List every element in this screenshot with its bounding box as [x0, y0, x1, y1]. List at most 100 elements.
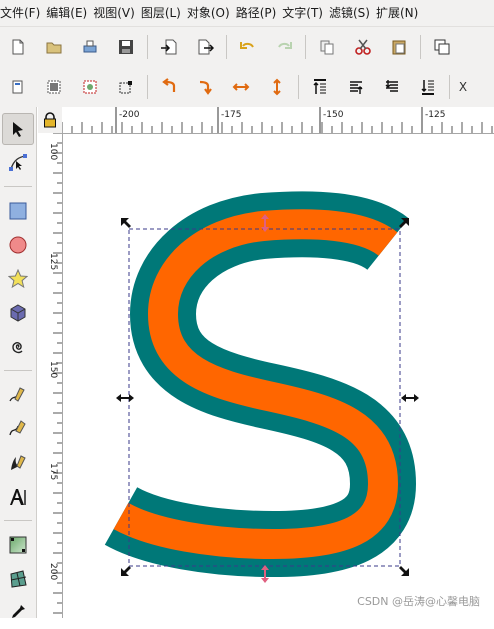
copy-button[interactable]: [309, 30, 345, 64]
lower-button[interactable]: [374, 70, 410, 104]
toolbar-separator: [449, 75, 450, 99]
menu-bar: 文件(F) 编辑(E) 视图(V) 图层(L) 对象(O) 路径(P) 文字(T…: [0, 0, 494, 26]
ellipse-tool[interactable]: [2, 229, 34, 261]
paste-icon: [392, 40, 406, 55]
toolbar-separator: [298, 75, 299, 99]
undo-button[interactable]: [230, 30, 266, 64]
export-button[interactable]: [187, 30, 223, 64]
calligraphy-tool[interactable]: [2, 447, 34, 479]
flip-vertical-button[interactable]: [259, 70, 295, 104]
scale-handle-right[interactable]: [401, 394, 419, 402]
pencil-icon: [9, 387, 25, 402]
ruler-label: -200: [119, 110, 140, 120]
ruler-label: 150: [48, 361, 58, 379]
menu-filters[interactable]: 滤镜(S): [329, 0, 376, 26]
save-button[interactable]: [108, 30, 144, 64]
commands-toolbar: [0, 26, 494, 67]
selector-tool[interactable]: [2, 113, 34, 145]
spiral-tool[interactable]: [2, 331, 34, 363]
watermark-text: CSDN @岳涛@心馨电脑: [357, 595, 480, 608]
redo-icon: [278, 42, 292, 49]
star-tool[interactable]: [2, 263, 34, 295]
ruler-corner[interactable]: [38, 107, 63, 134]
raise-icon: [350, 81, 363, 94]
toolbar-separator: [226, 35, 227, 59]
menu-extensions[interactable]: 扩展(N): [376, 0, 424, 26]
scale-handle-bottom-left[interactable]: [121, 566, 131, 576]
3d-box-tool[interactable]: [2, 297, 34, 329]
ruler-label: 125: [48, 253, 58, 271]
node-tool[interactable]: [2, 147, 34, 179]
toolbox-separator: [4, 370, 32, 371]
pencil-tool[interactable]: [2, 379, 34, 411]
lower-to-bottom-button[interactable]: [410, 70, 446, 104]
raise-button[interactable]: [338, 70, 374, 104]
text-tool[interactable]: [2, 481, 34, 513]
duplicate-icon: [434, 39, 450, 55]
canvas-svg: [104, 191, 419, 583]
duplicate-button[interactable]: [424, 30, 460, 64]
select-all-icon: [12, 80, 23, 94]
new-document-icon: [12, 39, 24, 55]
copy-icon: [320, 40, 334, 55]
scale-handle-top-left[interactable]: [121, 218, 131, 228]
export-icon: [198, 39, 214, 55]
scale-handle-left[interactable]: [116, 394, 134, 402]
scissors-icon: [355, 39, 371, 55]
menu-object[interactable]: 对象(O): [187, 0, 236, 26]
rectangle-tool[interactable]: [2, 195, 34, 227]
rotate-ccw-button[interactable]: [151, 70, 187, 104]
dropper-tool[interactable]: [2, 597, 34, 629]
import-icon: [161, 39, 177, 55]
menu-path[interactable]: 路径(P): [236, 0, 283, 26]
rotate-ccw-icon: [162, 78, 176, 92]
rectangle-icon: [9, 202, 27, 220]
raise-to-top-icon: [313, 79, 326, 94]
menu-view[interactable]: 视图(V): [93, 0, 141, 26]
select-all-button[interactable]: [0, 70, 36, 104]
toolbar-separator: [305, 35, 306, 59]
scale-handle-bottom-right[interactable]: [399, 566, 409, 576]
lower-to-bottom-icon: [421, 80, 434, 95]
gradient-tool[interactable]: [2, 529, 34, 561]
text-icon: [10, 489, 26, 505]
ruler-label: 100: [48, 143, 58, 161]
ruler-label: 200: [48, 563, 58, 581]
mesh-tool[interactable]: [2, 563, 34, 595]
toolbar-separator: [147, 35, 148, 59]
select-all-layers-button[interactable]: [36, 70, 72, 104]
drawing-canvas[interactable]: [63, 134, 494, 618]
invert-selection-button[interactable]: [72, 70, 108, 104]
new-document-button[interactable]: [0, 30, 36, 64]
deselect-button[interactable]: [108, 70, 144, 104]
rotate-cw-button[interactable]: [187, 70, 223, 104]
flip-horizontal-icon: [232, 83, 250, 91]
object-toolbar: X: [0, 67, 494, 107]
toolbox-separator: [4, 186, 32, 187]
menu-layer[interactable]: 图层(L): [141, 0, 187, 26]
undo-icon: [240, 42, 254, 49]
open-button[interactable]: [36, 30, 72, 64]
import-button[interactable]: [151, 30, 187, 64]
calligraphy-icon: [11, 455, 26, 470]
pen-icon: [9, 420, 26, 436]
vertical-ruler[interactable]: 100 125 150 175 200: [38, 133, 63, 618]
node-edit-icon: [9, 154, 27, 171]
invert-selection-icon: [83, 80, 97, 94]
pen-tool[interactable]: [2, 413, 34, 445]
raise-to-top-button[interactable]: [302, 70, 338, 104]
menu-edit[interactable]: 编辑(E): [46, 0, 93, 26]
horizontal-ruler[interactable]: -200 -175 -150 -125: [62, 107, 494, 134]
deselect-icon: [119, 81, 132, 94]
print-button[interactable]: [72, 30, 108, 64]
redo-button[interactable]: [266, 30, 302, 64]
toolbox-separator: [4, 520, 32, 521]
menu-file[interactable]: 文件(F): [0, 0, 46, 26]
paste-button[interactable]: [381, 30, 417, 64]
cut-button[interactable]: [345, 30, 381, 64]
flip-horizontal-button[interactable]: [223, 70, 259, 104]
selector-arrow-icon: [13, 122, 23, 137]
menu-text[interactable]: 文字(T): [282, 0, 329, 26]
lower-icon: [385, 80, 398, 92]
toolbar-overflow[interactable]: X: [453, 70, 473, 104]
